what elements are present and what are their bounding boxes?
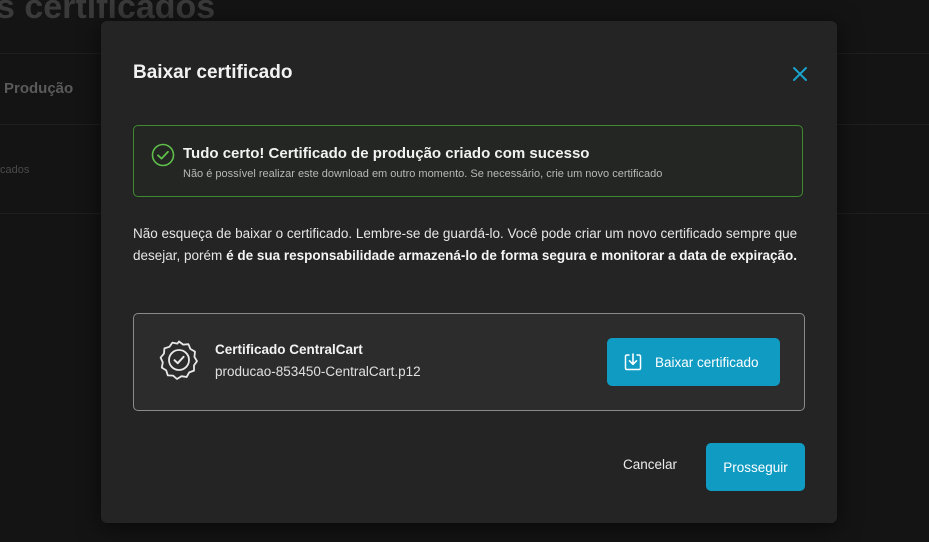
download-button-label: Baixar certificado	[655, 354, 759, 370]
download-icon	[624, 353, 642, 371]
close-button[interactable]	[789, 63, 811, 85]
cancel-button[interactable]: Cancelar	[623, 457, 677, 472]
certificate-card: Certificado CentralCart producao-853450-…	[133, 313, 805, 411]
modal-title: Baixar certificado	[133, 62, 293, 83]
success-title: Tudo certo! Certificado de produção cria…	[183, 145, 590, 162]
certificate-badge-icon	[159, 340, 198, 380]
instructions-text: Não esqueça de baixar o certificado. Lem…	[133, 223, 813, 267]
download-certificate-modal: Baixar certificado Tudo certo! Certifica…	[101, 21, 837, 523]
download-certificate-button[interactable]: Baixar certificado	[607, 338, 780, 386]
proceed-button[interactable]: Prosseguir	[706, 443, 805, 491]
success-subtitle: Não é possível realizar este download em…	[183, 168, 663, 180]
background-row-text: cados	[0, 164, 30, 176]
check-circle-icon	[151, 143, 175, 167]
instructions-bold: é de sua responsabilidade armazená-lo de…	[226, 248, 798, 263]
success-alert: Tudo certo! Certificado de produção cria…	[133, 125, 803, 197]
background-tab-production: Produção	[4, 80, 74, 97]
close-icon	[793, 67, 807, 81]
certificate-name: Certificado CentralCart	[215, 342, 363, 357]
certificate-filename: producao-853450-CentralCart.p12	[215, 364, 421, 379]
